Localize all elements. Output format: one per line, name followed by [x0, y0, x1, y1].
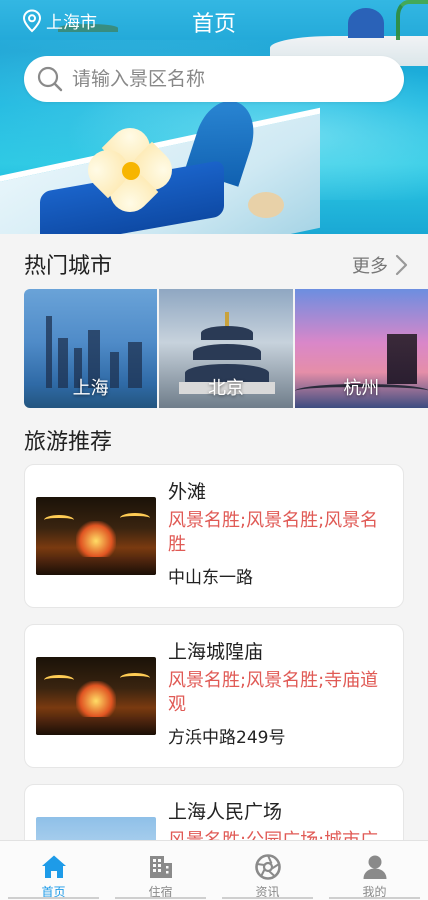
- top-bar: 上海市 首页: [0, 0, 428, 40]
- chevron-right-icon: [395, 254, 408, 276]
- card-title: 上海城隍庙: [168, 641, 264, 663]
- card-tags: 风景名胜;风景名胜;风景名胜: [168, 510, 379, 555]
- recommend-card[interactable]: 上海城隍庙 风景名胜;风景名胜;寺庙道观 方浜中路249号: [24, 624, 404, 768]
- tab-lodging[interactable]: 住宿: [107, 841, 214, 900]
- tab-news[interactable]: 资讯: [214, 841, 321, 900]
- flower-center: [122, 162, 140, 180]
- lantern-glow: [76, 521, 116, 561]
- card-title: 上海人民广场: [168, 801, 283, 823]
- lit-roof: [44, 515, 74, 525]
- tab-underline: [329, 897, 420, 899]
- more-label: 更多: [352, 256, 388, 277]
- city-card-shanghai[interactable]: 上海: [24, 289, 158, 408]
- city-card-hangzhou[interactable]: 杭州: [294, 289, 428, 408]
- building-icon: [149, 856, 172, 878]
- temple-roof: [193, 344, 262, 360]
- aperture-icon: [254, 854, 281, 880]
- crab: [248, 192, 284, 218]
- card-address: 方浜中路249号: [168, 728, 286, 748]
- scenic-thumbnail: [36, 657, 156, 735]
- more-cities-link[interactable]: 更多: [352, 252, 408, 278]
- user-icon: [363, 855, 386, 879]
- city-name: 上海: [72, 378, 109, 399]
- scenic-thumbnail: [36, 497, 156, 575]
- tab-underline: [8, 897, 99, 899]
- card-title: 外滩: [168, 481, 207, 503]
- tab-underline: [222, 897, 313, 899]
- water-reflection: [36, 557, 156, 575]
- bottom-tab-bar: 首页 住宿 资讯 我的: [0, 840, 428, 900]
- search-bar[interactable]: [24, 56, 404, 102]
- city-card-beijing[interactable]: 北京: [159, 289, 293, 408]
- search-input[interactable]: [72, 68, 392, 90]
- tab-home[interactable]: 首页: [0, 841, 107, 900]
- page-title: 首页: [191, 12, 236, 37]
- card-tags: 风景名胜;风景名胜;寺庙道观: [168, 670, 379, 715]
- recommend-heading: 旅游推荐: [24, 430, 113, 455]
- hot-cities-strip: 上海 北京 杭州: [24, 289, 428, 408]
- lit-roof: [120, 513, 150, 523]
- home-icon: [41, 855, 66, 878]
- city-name: 北京: [207, 378, 244, 399]
- frangipani-flower: [79, 119, 181, 221]
- city-name: 杭州: [343, 378, 380, 399]
- tab-mine[interactable]: 我的: [321, 841, 428, 900]
- tab-underline: [115, 897, 206, 899]
- temple-roof: [201, 326, 254, 340]
- hero-banner: 上海市 首页: [0, 0, 428, 234]
- lantern-glow: [76, 681, 116, 721]
- hot-cities-heading: 热门城市: [24, 254, 113, 279]
- search-icon: [37, 66, 63, 92]
- water-reflection: [36, 717, 156, 735]
- lit-roof: [120, 673, 150, 683]
- lit-roof: [44, 675, 74, 685]
- recommend-card[interactable]: 外滩 风景名胜;风景名胜;风景名胜 中山东一路: [24, 464, 404, 608]
- card-address: 中山东一路: [168, 568, 253, 588]
